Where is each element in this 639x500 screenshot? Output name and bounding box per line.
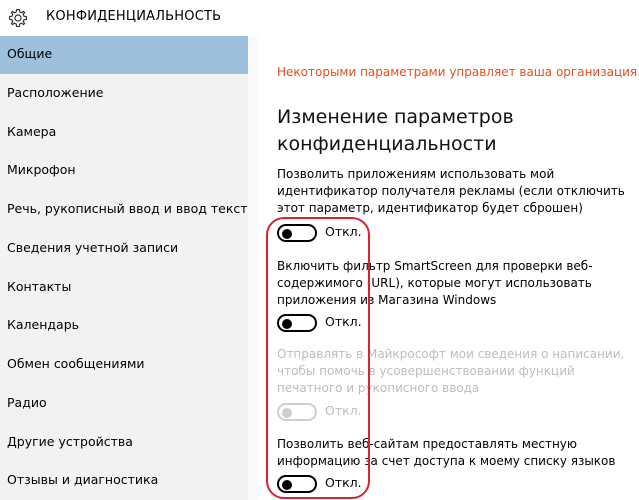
- org-managed-notice: Некоторыми параметрами управляет ваша ор…: [277, 65, 639, 79]
- smartscreen-state-label: Откл.: [325, 314, 362, 329]
- advertising-id-state-label: Откл.: [325, 224, 362, 239]
- sidebar-item-microphone[interactable]: Микрофон: [0, 152, 248, 190]
- writing-info-toggle[interactable]: [277, 403, 317, 421]
- sidebar-item-feedback-diagnostics[interactable]: Отзывы и диагностика: [0, 462, 248, 500]
- sidebar-item-speech-inking-typing[interactable]: Речь, рукописный ввод и ввод текста: [0, 191, 255, 229]
- sidebar-item-label: Микрофон: [7, 162, 76, 177]
- sidebar-item-other-devices[interactable]: Другие устройства: [0, 424, 248, 462]
- sidebar-item-label: Сведения учетной записи: [7, 240, 179, 255]
- advertising-id-toggle[interactable]: [277, 224, 317, 242]
- sidebar-item-location[interactable]: Расположение: [0, 75, 248, 113]
- sidebar-item-label: Общие: [7, 46, 53, 61]
- sidebar-item-label: Расположение: [7, 85, 104, 100]
- sidebar-item-label: Отзывы и диагностика: [7, 472, 159, 487]
- pane-divider: [248, 36, 258, 500]
- sidebar-item-general[interactable]: Общие: [0, 36, 248, 74]
- setting-writing-info-description: Отправлять в Майкрософт мои сведения о н…: [277, 347, 625, 395]
- sidebar-item-label: Речь, рукописный ввод и ввод текста: [7, 201, 256, 216]
- header-bar: КОНФИДЕНЦИАЛЬНОСТЬ: [0, 0, 639, 36]
- sidebar-item-calendar[interactable]: Календарь: [0, 307, 248, 345]
- sidebar: Общие Расположение Камера Микрофон Речь,…: [0, 36, 255, 500]
- gear-icon: [8, 8, 28, 28]
- sidebar-item-contacts[interactable]: Контакты: [0, 269, 248, 307]
- sidebar-item-label: Другие устройства: [7, 434, 133, 449]
- language-list-state-label: Откл.: [325, 475, 362, 490]
- section-title: Изменение параметров конфиденциальности: [277, 106, 514, 155]
- sidebar-item-label: Камера: [7, 124, 57, 139]
- setting-advertising-id-description: Позволить приложениям использовать мой и…: [277, 167, 625, 215]
- setting-smartscreen-description: Включить фильтр SmartScreen для проверки…: [277, 259, 593, 307]
- sidebar-item-label: Календарь: [7, 317, 79, 332]
- sidebar-item-account-info[interactable]: Сведения учетной записи: [0, 230, 248, 268]
- writing-info-state-label: Откл.: [325, 403, 362, 418]
- sidebar-item-messaging[interactable]: Обмен сообщениями: [0, 346, 248, 384]
- sidebar-item-label: Контакты: [7, 279, 72, 294]
- smartscreen-toggle[interactable]: [277, 314, 317, 332]
- sidebar-item-label: Обмен сообщениями: [7, 356, 145, 371]
- language-list-toggle[interactable]: [277, 475, 317, 493]
- sidebar-item-camera[interactable]: Камера: [0, 114, 248, 152]
- sidebar-item-radios[interactable]: Радио: [0, 385, 248, 423]
- setting-language-list-description: Позволить веб-сайтам предоставлять местн…: [277, 437, 616, 468]
- page-title: КОНФИДЕНЦИАЛЬНОСТЬ: [46, 9, 222, 24]
- main-content: Некоторыми параметрами управляет ваша ор…: [258, 36, 639, 500]
- sidebar-item-label: Радио: [7, 395, 47, 410]
